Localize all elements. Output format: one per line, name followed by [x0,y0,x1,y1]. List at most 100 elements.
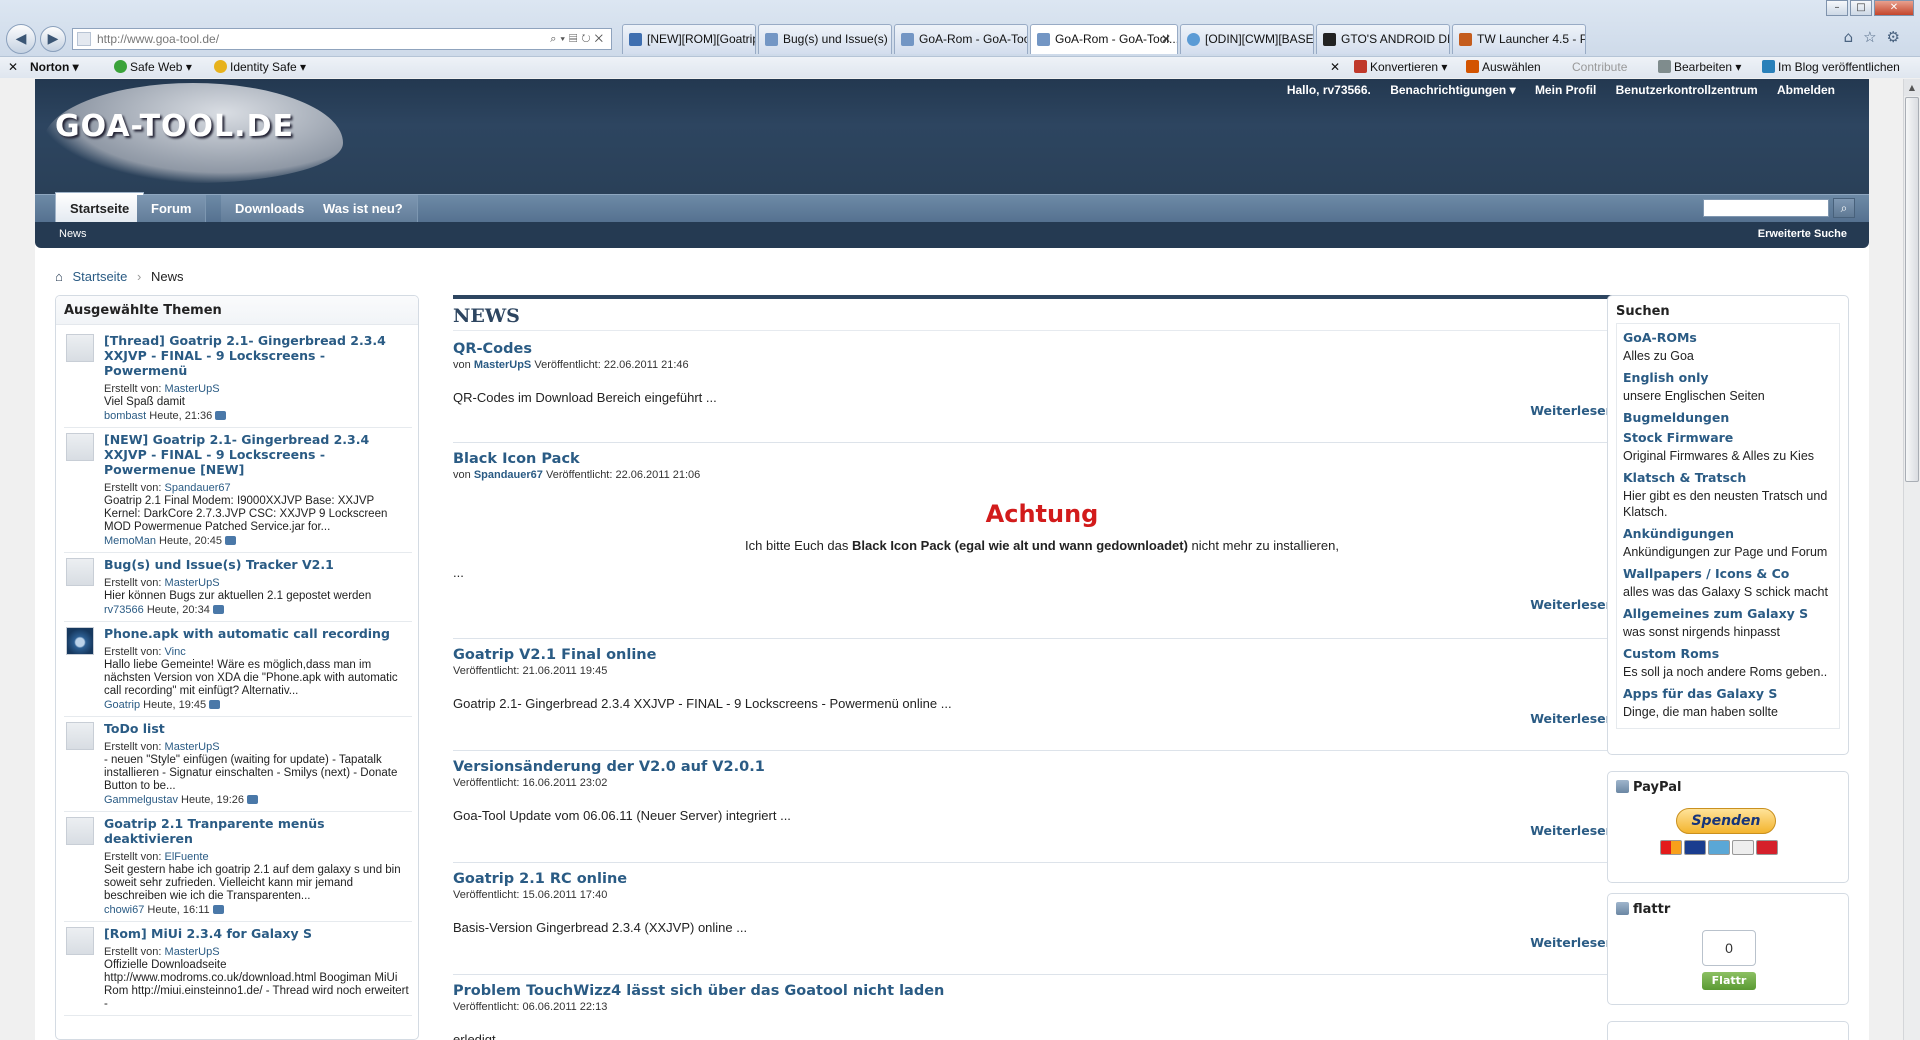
breadcrumb-home-link[interactable]: Startseite [72,269,127,284]
forum-category-link[interactable]: Ankündigungen [1623,524,1833,544]
forum-category-link[interactable]: Custom Roms [1623,644,1833,664]
forum-category-link[interactable]: GoA-ROMs [1623,328,1833,348]
last-post-user-link[interactable]: chowi67 [104,904,144,916]
forum-category-link[interactable]: English only [1623,368,1833,388]
forum-category-link[interactable]: Stock Firmware [1623,428,1833,448]
scroll-thumb[interactable] [1905,97,1919,482]
thread-title-link[interactable]: [Rom] MiUi 2.3.4 for Galaxy S [104,926,412,941]
auswaehlen-button[interactable]: Auswählen [1466,57,1541,77]
avatar[interactable] [66,722,94,750]
go-to-post-icon[interactable] [212,905,224,914]
tab-forum[interactable]: Forum [137,195,207,222]
scroll-up-icon[interactable]: ▲ [1904,79,1920,96]
browser-tab[interactable]: GoA-Rom - GoA-Tool by... [894,24,1028,54]
advanced-search-link[interactable]: Erweiterte Suche [1758,222,1847,246]
article-title-link[interactable]: Versionsänderung der V2.0 auf V2.0.1 [453,759,1631,776]
go-to-post-icon[interactable] [225,536,237,545]
address-tools[interactable]: ⌕▾▤↻✕ [550,29,607,49]
forum-category-link[interactable]: Wallpapers / Icons & Co [1623,564,1833,584]
author-link[interactable]: Spandauer67 [165,482,231,494]
go-to-post-icon[interactable] [209,700,221,709]
article-title-link[interactable]: Goatrip 2.1 RC online [453,871,1631,888]
toolbar-close-icon[interactable]: ✕ [1330,57,1340,77]
thread-title-link[interactable]: [NEW] Goatrip 2.1- Gingerbread 2.3.4 XXJ… [104,432,412,477]
address-bar[interactable]: http://www.goa-tool.de/ ⌕▾▤↻✕ [72,28,612,50]
author-link[interactable]: Vinc [165,646,186,658]
last-post-user-link[interactable]: MemoMan [104,535,156,547]
forward-button[interactable]: ▶ [40,26,66,52]
blog-publish-button[interactable]: Im Blog veröffentlichen [1762,57,1900,77]
avatar[interactable] [66,927,94,955]
donate-button[interactable]: Spenden [1676,808,1776,834]
thread-title-link[interactable]: Phone.apk with automatic call recording [104,626,412,641]
home-icon[interactable]: ⌂ [55,269,63,284]
go-to-post-icon[interactable] [212,605,224,614]
author-link[interactable]: MasterUpS [165,577,220,589]
close-window-button[interactable]: ✕ [1874,0,1914,16]
article-title-link[interactable]: QR-Codes [453,341,1631,358]
avatar[interactable] [66,817,94,845]
thread-title-link[interactable]: ToDo list [104,721,412,736]
logout-link[interactable]: Abmelden [1777,83,1835,97]
article-title-link[interactable]: Black Icon Pack [453,451,1631,468]
browser-tab[interactable]: TW Launcher 4.5 - Page ... [1452,24,1586,54]
article-author-link[interactable]: Spandauer67 [474,469,543,481]
collapse-icon[interactable] [1616,902,1629,915]
bearbeiten-menu[interactable]: Bearbeiten ▾ [1658,57,1741,77]
flattr-button[interactable]: Flattr [1702,972,1756,990]
browser-tab[interactable]: GTO'S ANDROID DEVELO... [1316,24,1450,54]
maximize-button[interactable]: □ [1850,0,1872,16]
contribute-button[interactable]: Contribute [1572,57,1627,77]
settings-icon[interactable]: ⚙ [1887,28,1910,46]
article-title-link[interactable]: Goatrip V2.1 Final online [453,647,1631,664]
search-icon[interactable]: ⌕ [1833,198,1855,218]
favorites-icon[interactable]: ☆ [1863,28,1886,46]
forum-category-link[interactable]: Klatsch & Tratsch [1623,468,1833,488]
konvertieren-menu[interactable]: Konvertieren ▾ [1354,57,1447,77]
norton-menu[interactable]: Norton ▾ [30,57,79,77]
last-post-user-link[interactable]: Gammelgustav [104,794,178,806]
sub-nav-news[interactable]: News [59,222,87,246]
back-button[interactable]: ◀ [6,24,36,54]
site-search-input[interactable] [1703,199,1829,217]
site-logo[interactable]: GOA-TOOL.DE [43,79,343,189]
browser-tab[interactable]: Bug(s) und Issue(s) Track... [758,24,892,54]
collapse-icon[interactable] [1616,780,1629,793]
tab-was-ist-neu[interactable]: Was ist neu? [309,195,418,222]
identity-safe-menu[interactable]: Identity Safe ▾ [214,57,306,77]
tab-startseite[interactable]: Startseite [55,192,145,222]
profile-link[interactable]: Mein Profil [1535,83,1596,97]
forum-category-link[interactable]: Apps für das Galaxy S [1623,684,1833,704]
avatar[interactable] [66,627,94,655]
article-author-link[interactable]: MasterUpS [474,359,531,371]
last-post-user-link[interactable]: Goatrip [104,699,140,711]
article-title-link[interactable]: Problem TouchWizz4 lässt sich über das G… [453,983,1631,1000]
thread-title-link[interactable]: [Thread] Goatrip 2.1- Gingerbread 2.3.4 … [104,333,412,378]
toolbar-close-icon[interactable]: ✕ [8,57,18,77]
avatar[interactable] [66,433,94,461]
control-panel-link[interactable]: Benutzerkontrollzentrum [1616,83,1758,97]
thread-title-link[interactable]: Bug(s) und Issue(s) Tracker V2.1 [104,557,412,572]
forum-category-link[interactable]: Bugmeldungen [1623,408,1833,428]
tab-close-icon[interactable]: ✕ [1161,25,1171,53]
forum-category-link[interactable]: Allgemeines zum Galaxy S [1623,604,1833,624]
safe-web-menu[interactable]: Safe Web ▾ [114,57,192,77]
browser-tab[interactable]: [ODIN][CWM][BASE] Fic... [1180,24,1314,54]
author-link[interactable]: MasterUpS [165,383,220,395]
author-link[interactable]: MasterUpS [165,946,220,958]
page-scrollbar[interactable]: ▲ [1903,79,1920,1040]
last-post-user-link[interactable]: rv73566 [104,604,144,616]
minimize-button[interactable]: – [1826,0,1848,16]
author-link[interactable]: MasterUpS [165,741,220,753]
home-icon[interactable]: ⌂ [1844,28,1864,46]
last-post-user-link[interactable]: bombast [104,410,146,422]
go-to-post-icon[interactable] [247,795,259,804]
browser-tab-active[interactable]: GoA-Rom - GoA-Tool... ✕ [1030,24,1178,54]
browser-tab[interactable]: [NEW][ROM][Goatrip 2.1... [622,24,756,54]
notifications-menu[interactable]: Benachrichtigungen ▾ [1390,83,1515,97]
tab-downloads[interactable]: Downloads [221,195,320,222]
author-link[interactable]: ElFuente [165,851,209,863]
go-to-post-icon[interactable] [215,411,227,420]
thread-title-link[interactable]: Goatrip 2.1 Tranparente menüs deaktivier… [104,816,412,846]
avatar[interactable] [66,334,94,362]
